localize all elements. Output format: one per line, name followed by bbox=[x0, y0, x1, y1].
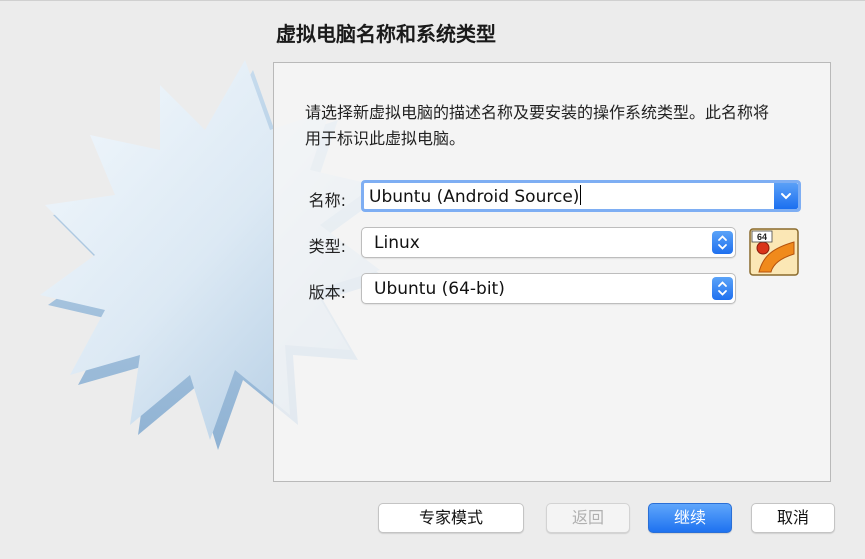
name-input[interactable]: Ubuntu (Android Source) bbox=[361, 180, 801, 212]
type-select[interactable]: Linux bbox=[361, 227, 736, 258]
type-select-stepper[interactable] bbox=[712, 231, 733, 254]
version-label: 版本: bbox=[308, 283, 346, 302]
type-select-value: Linux bbox=[374, 233, 420, 253]
back-button[interactable]: 返回 bbox=[546, 503, 630, 533]
new-vm-dialog: 虚拟电脑名称和系统类型 请选择新虚拟电脑的描述名称及要安装的操作系统类型。此名称… bbox=[0, 0, 865, 559]
name-dropdown-button[interactable] bbox=[774, 183, 798, 209]
page-title: 虚拟电脑名称和系统类型 bbox=[276, 22, 496, 46]
name-input-value: Ubuntu (Android Source) bbox=[369, 185, 582, 207]
continue-button[interactable]: 继续 bbox=[648, 503, 732, 533]
os-icon-badge: 64 bbox=[757, 232, 767, 242]
chevron-down-icon bbox=[781, 193, 791, 200]
expert-mode-button[interactable]: 专家模式 bbox=[378, 503, 524, 533]
type-label: 类型: bbox=[308, 237, 346, 256]
version-select-value: Ubuntu (64-bit) bbox=[374, 279, 505, 299]
ubuntu-64-icon: 64 bbox=[749, 228, 799, 276]
up-down-stepper-icon bbox=[718, 235, 727, 250]
up-down-stepper-icon bbox=[718, 281, 727, 296]
name-label: 名称: bbox=[308, 191, 346, 210]
text-caret bbox=[580, 185, 582, 205]
version-select-stepper[interactable] bbox=[712, 277, 733, 300]
description-text: 请选择新虚拟电脑的描述名称及要安装的操作系统类型。此名称将用于标识此虚拟电脑。 bbox=[305, 103, 770, 148]
version-select[interactable]: Ubuntu (64-bit) bbox=[361, 273, 736, 304]
cancel-button[interactable]: 取消 bbox=[751, 503, 835, 533]
